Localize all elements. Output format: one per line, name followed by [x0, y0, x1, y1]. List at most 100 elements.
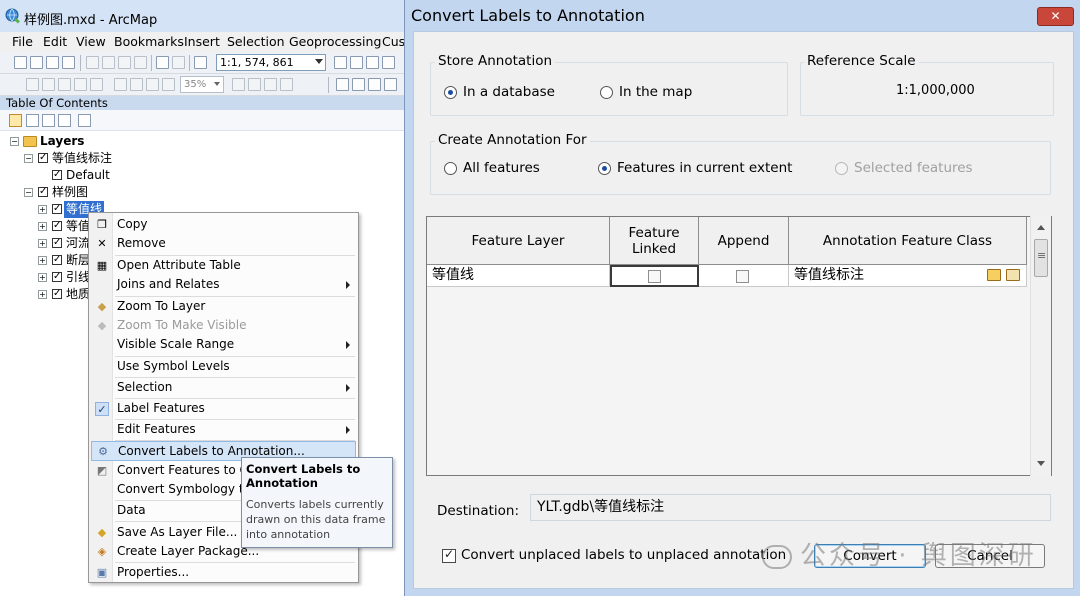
save-icon[interactable] — [46, 56, 59, 69]
new-icon[interactable] — [14, 56, 27, 69]
full-extent-icon[interactable] — [384, 78, 397, 91]
open-icon[interactable] — [30, 56, 43, 69]
expand-icon[interactable]: + — [38, 273, 47, 282]
tree-row-layer-2[interactable]: + 河流 — [38, 234, 90, 252]
visibility-checkbox[interactable] — [52, 251, 62, 268]
layout-zoom-in-icon[interactable] — [26, 78, 39, 91]
paste-icon[interactable] — [118, 56, 131, 69]
radio-all-features[interactable] — [444, 162, 457, 175]
append-checkbox[interactable] — [736, 270, 749, 283]
cell-annotation-feature-class[interactable]: 等值线标注 — [789, 265, 1027, 287]
cell-feature-linked[interactable] — [610, 265, 699, 287]
menu-item-copy[interactable]: ❐ Copy — [91, 215, 356, 235]
visibility-checkbox[interactable] — [52, 234, 62, 251]
collapse-icon[interactable]: − — [10, 137, 19, 146]
expand-icon[interactable]: + — [38, 256, 47, 265]
label-all-features[interactable]: All features — [463, 160, 540, 176]
catalog-icon[interactable] — [366, 56, 379, 69]
search-window-icon[interactable] — [382, 56, 395, 69]
menu-edit[interactable]: Edit — [43, 34, 67, 49]
menu-file[interactable]: File — [12, 34, 33, 49]
layout-pan-icon[interactable] — [58, 78, 71, 91]
focus-frame-icon[interactable] — [248, 78, 261, 91]
print-icon[interactable] — [62, 56, 75, 69]
list-by-source-icon[interactable] — [26, 114, 39, 127]
table-vertical-scrollbar[interactable] — [1030, 216, 1051, 476]
convert-unplaced-label[interactable]: Convert unplaced labels to unplaced anno… — [461, 547, 786, 563]
menu-item-open-attribute-table[interactable]: ▦ Open Attribute Table — [91, 256, 356, 276]
menu-customize[interactable]: Cust — [382, 34, 404, 49]
toggle-draft-icon[interactable] — [232, 78, 245, 91]
change-layout-icon[interactable] — [264, 78, 277, 91]
cut-icon[interactable] — [86, 56, 99, 69]
expand-icon[interactable]: + — [38, 239, 47, 248]
visibility-checkbox[interactable] — [38, 149, 48, 166]
feature-linked-checkbox[interactable] — [648, 270, 661, 283]
scroll-up-icon[interactable] — [1037, 225, 1045, 230]
pan-hand-icon[interactable] — [368, 78, 381, 91]
editor-icon[interactable] — [334, 56, 347, 69]
layout-zoom-dropdown[interactable]: 35% — [180, 76, 224, 93]
tree-row-layers[interactable]: − Layers — [10, 133, 210, 150]
menu-view[interactable]: View — [76, 34, 106, 49]
radio-features-in-extent[interactable] — [598, 162, 611, 175]
browse-folder-icon[interactable] — [987, 269, 1001, 281]
expand-icon[interactable]: + — [38, 290, 47, 299]
menu-geoprocessing[interactable]: Geoprocessing — [289, 34, 381, 49]
cell-append[interactable] — [699, 265, 789, 287]
visibility-checkbox[interactable] — [38, 183, 48, 200]
label-in-map[interactable]: In the map — [619, 84, 692, 100]
visibility-checkbox[interactable] — [52, 217, 62, 234]
expand-icon[interactable]: + — [38, 222, 47, 231]
menu-item-properties[interactable]: ▣ Properties... — [91, 563, 356, 583]
radio-in-map[interactable] — [600, 86, 613, 99]
cell-feature-layer[interactable]: 等值线 — [427, 265, 610, 287]
label-in-database[interactable]: In a database — [463, 84, 555, 100]
delete-icon[interactable] — [134, 56, 147, 69]
menu-item-edit-features[interactable]: Edit Features — [91, 420, 356, 440]
list-by-selection-icon[interactable] — [58, 114, 71, 127]
tree-row-group1[interactable]: − 等值线标注 — [24, 149, 224, 167]
list-by-drawing-order-icon[interactable] — [9, 114, 22, 127]
label-features-in-extent[interactable]: Features in current extent — [617, 160, 792, 176]
zoom-in-icon[interactable] — [336, 78, 349, 91]
visibility-checkbox[interactable] — [52, 268, 62, 285]
tree-row-default[interactable]: Default — [38, 166, 238, 184]
toc-window-icon[interactable] — [350, 56, 363, 69]
add-data-icon[interactable] — [194, 56, 207, 69]
menu-item-selection[interactable]: Selection — [91, 378, 356, 398]
map-scale-dropdown[interactable]: 1:1, 574, 861 — [216, 54, 326, 71]
menu-item-remove[interactable]: ✕ Remove — [91, 234, 356, 254]
menu-insert[interactable]: Insert — [184, 34, 220, 49]
expand-icon[interactable]: + — [38, 205, 47, 214]
layout-zoom-out-icon[interactable] — [42, 78, 55, 91]
tree-row-layer-5[interactable]: + 地质 — [38, 285, 90, 303]
visibility-checkbox[interactable] — [52, 200, 62, 217]
radio-in-database[interactable] — [444, 86, 457, 99]
tree-row-layer-1[interactable]: + 等值 — [38, 217, 90, 235]
zoom-out-icon[interactable] — [352, 78, 365, 91]
menu-item-label-features[interactable]: ✓ Label Features — [91, 399, 356, 419]
tree-row-layer-3[interactable]: + 断层 — [38, 251, 90, 269]
tree-row-group2[interactable]: − 样例图 — [24, 183, 224, 201]
menu-item-zoom-to-layer[interactable]: ◆ Zoom To Layer — [91, 297, 356, 317]
collapse-icon[interactable]: − — [24, 154, 33, 163]
toc-options-icon[interactable] — [78, 114, 91, 127]
menu-bookmarks[interactable]: Bookmarks — [114, 34, 184, 49]
scroll-down-icon[interactable] — [1037, 461, 1045, 466]
menu-item-joins-relates[interactable]: Joins and Relates — [91, 275, 356, 295]
collapse-icon[interactable]: − — [24, 188, 33, 197]
menu-item-visible-scale-range[interactable]: Visible Scale Range — [91, 335, 356, 355]
undo-icon[interactable] — [156, 56, 169, 69]
layout-fixed-zoom-out-icon[interactable] — [130, 78, 143, 91]
layout-forward-icon[interactable] — [162, 78, 175, 91]
layout-fixed-zoom-in-icon[interactable] — [114, 78, 127, 91]
layout-zoom-100-icon[interactable] — [90, 78, 103, 91]
visibility-checkbox[interactable] — [52, 166, 62, 183]
layout-back-icon[interactable] — [146, 78, 159, 91]
redo-icon[interactable] — [172, 56, 185, 69]
list-by-visibility-icon[interactable] — [42, 114, 55, 127]
scroll-thumb[interactable] — [1034, 239, 1048, 277]
class-properties-icon[interactable] — [1006, 269, 1020, 281]
dialog-close-button[interactable]: ✕ — [1037, 7, 1074, 26]
